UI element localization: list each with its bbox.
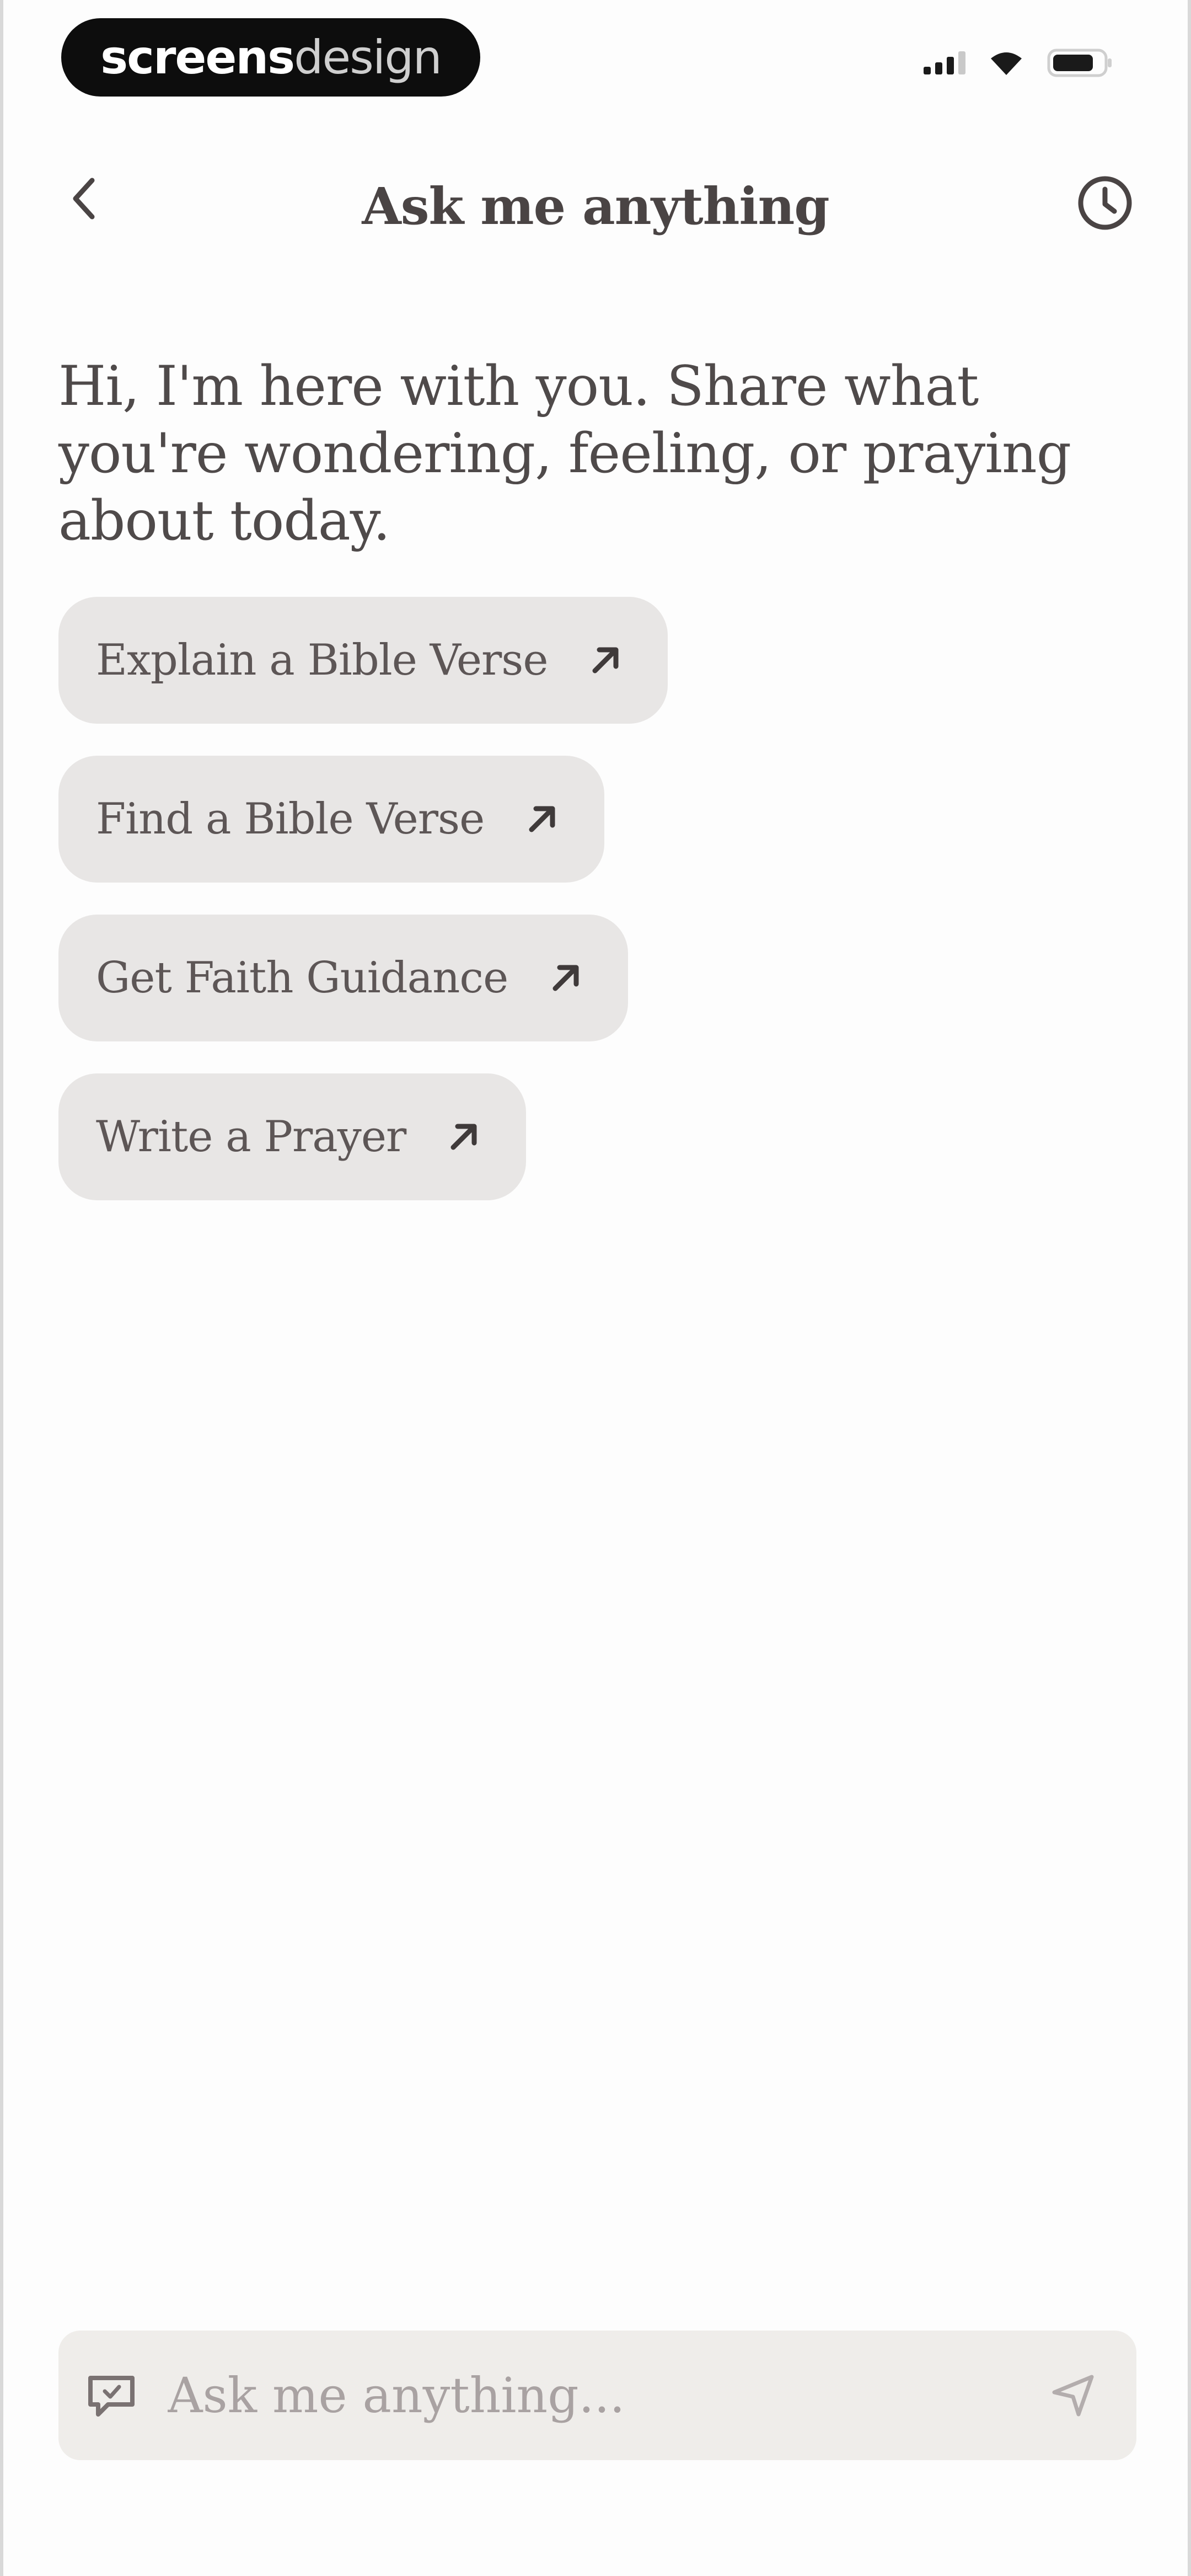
history-button[interactable]	[1072, 170, 1138, 236]
message-composer	[58, 2331, 1136, 2460]
arrow-up-right-icon	[587, 642, 624, 678]
suggestion-label: Write a Prayer	[96, 1112, 406, 1162]
battery-icon	[1047, 49, 1113, 77]
suggestion-explain-verse[interactable]: Explain a Bible Verse	[58, 597, 668, 724]
suggestion-label: Get Faith Guidance	[96, 953, 508, 1003]
suggestion-find-verse[interactable]: Find a Bible Verse	[58, 756, 605, 883]
intro-message: Hi, I'm here with you. Share what you're…	[58, 355, 1071, 553]
send-icon	[1052, 2375, 1094, 2416]
brand-text-secondary: design	[294, 30, 442, 84]
brand-text-primary: screens	[100, 30, 295, 84]
arrow-up-right-icon	[524, 801, 560, 837]
status-icons	[924, 49, 1113, 77]
clock-icon	[1078, 176, 1132, 230]
chat-bubble-icon	[85, 2372, 138, 2419]
header: Ask me anything	[3, 154, 1188, 265]
suggestion-write-prayer[interactable]: Write a Prayer	[58, 1073, 527, 1200]
brand-logo: screens design	[61, 18, 480, 97]
arrow-up-right-icon	[548, 960, 584, 996]
status-bar: screens design	[3, 0, 1188, 110]
send-button[interactable]	[1043, 2365, 1103, 2426]
cellular-signal-icon	[924, 51, 965, 74]
wifi-icon	[989, 50, 1024, 76]
suggestion-faith-guidance[interactable]: Get Faith Guidance	[58, 915, 629, 1041]
app-screen: screens design Ask me anything Hi, I'm h…	[0, 0, 1191, 2576]
suggestion-label: Find a Bible Verse	[96, 794, 485, 844]
suggestion-label: Explain a Bible Verse	[96, 635, 548, 685]
page-title: Ask me anything	[362, 177, 829, 236]
ask-input[interactable]	[167, 2366, 1043, 2424]
suggestion-list: Explain a Bible Verse Find a Bible Verse…	[58, 597, 668, 1200]
arrow-up-right-icon	[446, 1119, 482, 1155]
